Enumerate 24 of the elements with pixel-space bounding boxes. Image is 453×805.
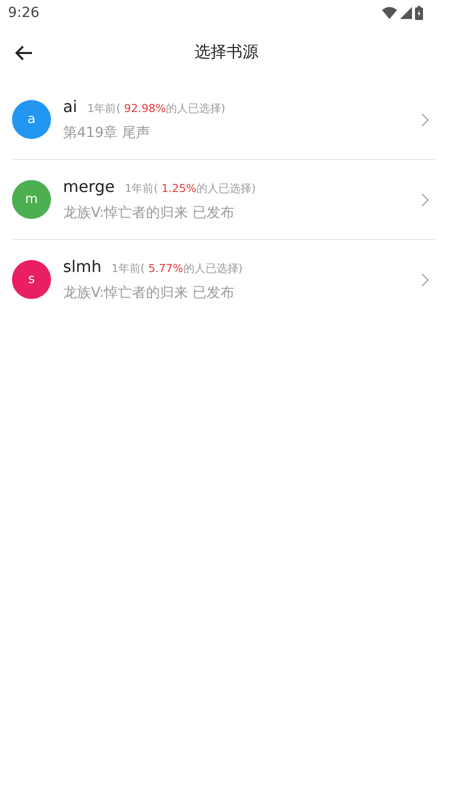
back-arrow-icon[interactable] bbox=[15, 45, 33, 61]
avatar-circle: a bbox=[12, 100, 51, 139]
latest-chapter: 龙族V:悼亡者的归来 已发布 bbox=[63, 204, 236, 222]
battery-icon bbox=[415, 6, 423, 20]
source-name: slmh bbox=[63, 257, 102, 276]
latest-chapter: 第419章 尾声 bbox=[63, 124, 152, 142]
chevron-right-icon bbox=[421, 272, 429, 286]
avatar-circle: m bbox=[12, 180, 51, 219]
source-item[interactable]: s slmh 1年前( 5.77%的人已选择) 龙族V:悼亡者的归来 已发布 bbox=[12, 240, 435, 319]
source-item[interactable]: m merge 1年前( 1.25%的人已选择) 龙族V:悼亡者的归来 已发布 bbox=[12, 160, 435, 240]
selection-info: 1年前( 1.25%的人已选择) bbox=[124, 181, 256, 196]
source-name: ai bbox=[63, 97, 78, 116]
selection-info: 1年前( 5.77%的人已选择) bbox=[112, 261, 243, 276]
signal-icon bbox=[400, 6, 412, 18]
chevron-right-icon bbox=[421, 112, 429, 126]
source-name: merge bbox=[63, 177, 115, 196]
source-item[interactable]: a ai 1年前( 92.98%的人已选择) 第419章 尾声 bbox=[12, 80, 435, 160]
chevron-right-icon bbox=[421, 192, 429, 206]
page-title: 选择书源 bbox=[194, 42, 258, 63]
wifi-icon bbox=[382, 6, 397, 18]
status-time: 9:26 bbox=[8, 4, 40, 20]
avatar-circle: s bbox=[12, 260, 51, 299]
selection-info: 1年前( 92.98%的人已选择) bbox=[87, 101, 226, 116]
latest-chapter: 龙族V:悼亡者的归来 已发布 bbox=[63, 284, 236, 302]
